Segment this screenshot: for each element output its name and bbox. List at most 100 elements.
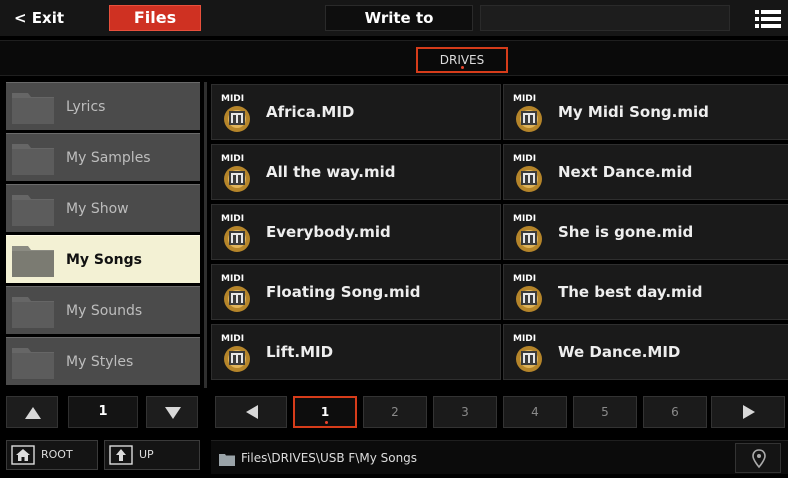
root-button[interactable]: ROOT: [6, 440, 98, 470]
page-number: 4: [531, 405, 539, 419]
file-page-button[interactable]: 6: [643, 396, 707, 428]
triangle-down-icon: [165, 407, 181, 419]
page-number: 3: [461, 405, 469, 419]
folder-item[interactable]: My Samples: [6, 133, 200, 181]
folder-label: My Show: [66, 201, 129, 217]
file-name: Lift.MID: [266, 343, 334, 361]
file-page-button[interactable]: 5: [573, 396, 637, 428]
midi-tag: MIDI: [513, 214, 536, 224]
root-button-label: ROOT: [41, 448, 73, 461]
page-number: 2: [391, 405, 399, 419]
file-name: All the way.mid: [266, 163, 396, 181]
folder-label: My Sounds: [66, 303, 143, 319]
midi-tag: MIDI: [221, 154, 244, 164]
page-number: 5: [601, 405, 609, 419]
file-item[interactable]: MIDI My Midi Song.mid: [503, 84, 788, 140]
folder-icon: [12, 345, 54, 379]
file-name: The best day.mid: [558, 283, 703, 301]
midi-tag: MIDI: [221, 94, 244, 104]
file-item[interactable]: MIDI All the way.mid: [211, 144, 501, 200]
drives-tab[interactable]: DRIVES: [416, 47, 508, 73]
file-name: Floating Song.mid: [266, 283, 421, 301]
folder-item[interactable]: My Show: [6, 184, 200, 232]
folder-icon: [219, 451, 235, 466]
midi-tag: MIDI: [221, 214, 244, 224]
folder-item[interactable]: My Styles: [6, 337, 200, 385]
file-name: Everybody.mid: [266, 223, 391, 241]
file-pager: 1 2 3 4 5 6: [211, 394, 788, 430]
file-item[interactable]: MIDI We Dance.MID: [503, 324, 788, 380]
folder-pager: 1: [6, 394, 200, 430]
folder-icon: [12, 90, 54, 124]
up-button[interactable]: UP: [104, 440, 200, 470]
file-item[interactable]: MIDI Everybody.mid: [211, 204, 501, 260]
midi-file-icon: MIDI: [218, 331, 256, 375]
list-menu-icon[interactable]: [755, 9, 781, 29]
midi-tag: MIDI: [221, 334, 244, 344]
folder-icon: [12, 192, 54, 226]
page-number: 1: [320, 405, 330, 419]
folder-page-number: 1: [68, 396, 138, 428]
midi-tag: MIDI: [513, 274, 536, 284]
file-page-button[interactable]: 2: [363, 396, 427, 428]
folder-icon: [12, 294, 54, 328]
folder-label: My Songs: [66, 252, 142, 268]
panel-divider: [204, 82, 207, 388]
drives-tab-label: DRIVES: [439, 53, 485, 67]
file-page-button[interactable]: 1: [293, 396, 357, 428]
midi-tag: MIDI: [513, 334, 536, 344]
file-item[interactable]: MIDI Next Dance.mid: [503, 144, 788, 200]
folder-icon: [12, 243, 54, 277]
midi-file-icon: MIDI: [218, 211, 256, 255]
file-item[interactable]: MIDI Floating Song.mid: [211, 264, 501, 320]
triangle-right-icon: [743, 405, 755, 419]
file-page-prev-button[interactable]: [215, 396, 287, 428]
midi-tag: MIDI: [513, 94, 536, 104]
top-bar: < Exit Files Write to: [0, 0, 788, 36]
folder-up-icon: [109, 445, 133, 465]
file-name: She is gone.mid: [558, 223, 694, 241]
folder-item[interactable]: Lyrics: [6, 82, 200, 130]
folder-label: My Samples: [66, 150, 151, 166]
folder-icon: [12, 141, 54, 175]
file-page-next-button[interactable]: [711, 396, 785, 428]
midi-file-icon: MIDI: [510, 211, 548, 255]
file-name: We Dance.MID: [558, 343, 681, 361]
file-item[interactable]: MIDI Lift.MID: [211, 324, 501, 380]
midi-file-icon: MIDI: [510, 151, 548, 195]
file-name: My Midi Song.mid: [558, 103, 709, 121]
midi-file-icon: MIDI: [218, 271, 256, 315]
folder-item[interactable]: My Songs: [6, 235, 200, 283]
page-number: 6: [671, 405, 679, 419]
exit-button[interactable]: < Exit: [6, 6, 98, 30]
file-item[interactable]: MIDI Africa.MID: [211, 84, 501, 140]
write-to-name-field[interactable]: [480, 5, 730, 31]
file-item[interactable]: MIDI The best day.mid: [503, 264, 788, 320]
file-name: Africa.MID: [266, 103, 355, 121]
file-item[interactable]: MIDI She is gone.mid: [503, 204, 788, 260]
folder-list: Lyrics My Samples My Show My Songs My Sounds…: [6, 82, 200, 388]
write-to-button[interactable]: Write to: [325, 5, 473, 31]
location-button[interactable]: [735, 443, 781, 473]
folder-page-down-button[interactable]: [146, 396, 198, 428]
file-page-button[interactable]: 4: [503, 396, 567, 428]
path-bar: Files\DRIVES\USB F\My Songs: [211, 440, 788, 474]
midi-file-icon: MIDI: [510, 271, 548, 315]
files-tab[interactable]: Files: [109, 5, 201, 31]
midi-file-icon: MIDI: [510, 91, 548, 135]
active-indicator-dot: [325, 421, 328, 424]
folder-item[interactable]: My Sounds: [6, 286, 200, 334]
folder-label: Lyrics: [66, 99, 106, 115]
folder-page-up-button[interactable]: [6, 396, 58, 428]
up-button-label: UP: [139, 448, 154, 461]
triangle-left-icon: [246, 405, 258, 419]
triangle-up-icon: [25, 407, 41, 419]
midi-tag: MIDI: [513, 154, 536, 164]
folder-label: My Styles: [66, 354, 134, 370]
current-path: Files\DRIVES\USB F\My Songs: [241, 451, 418, 465]
file-page-button[interactable]: 3: [433, 396, 497, 428]
location-pin-icon: [752, 449, 766, 469]
file-name: Next Dance.mid: [558, 163, 693, 181]
midi-tag: MIDI: [221, 274, 244, 284]
midi-file-icon: MIDI: [218, 151, 256, 195]
